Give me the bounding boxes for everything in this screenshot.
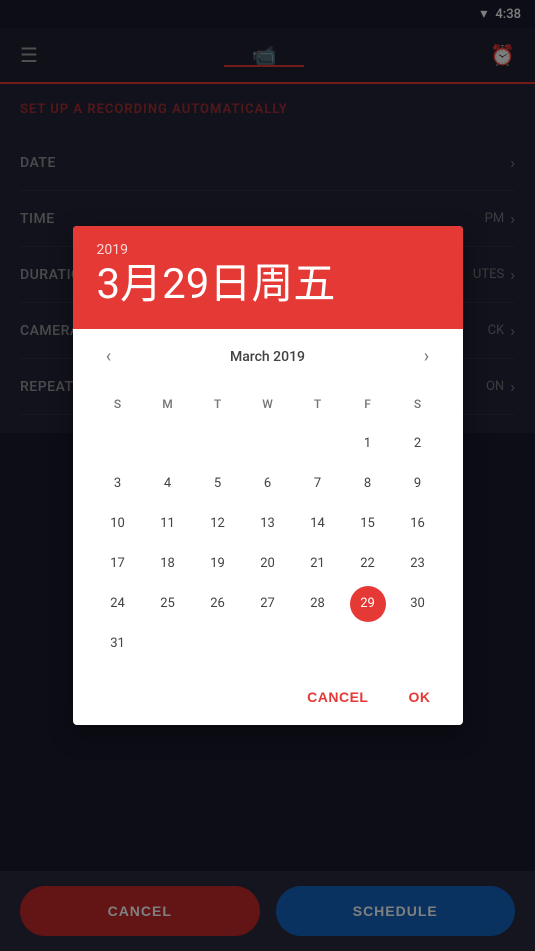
calendar-nav: ‹ March 2019 › xyxy=(93,341,443,373)
calendar: ‹ March 2019 › S M T W T F S 12345678910… xyxy=(73,329,463,673)
cal-day-11[interactable]: 11 xyxy=(143,505,193,543)
cal-day-4[interactable]: 4 xyxy=(143,465,193,503)
cal-empty-5-2 xyxy=(193,625,243,663)
cal-header-thu: T xyxy=(293,385,343,423)
cal-day-2[interactable]: 2 xyxy=(393,425,443,463)
cal-day-10[interactable]: 10 xyxy=(93,505,143,543)
cal-day-5[interactable]: 5 xyxy=(193,465,243,503)
cal-day-21[interactable]: 21 xyxy=(293,545,343,583)
cal-day-7[interactable]: 7 xyxy=(293,465,343,503)
cal-empty-0-4 xyxy=(293,425,343,463)
cal-empty-0-3 xyxy=(243,425,293,463)
cal-empty-0-0 xyxy=(93,425,143,463)
prev-month-button[interactable]: ‹ xyxy=(93,341,125,373)
cal-header-wed: W xyxy=(243,385,293,423)
calendar-week-3: 17181920212223 xyxy=(93,545,443,583)
cal-day-26[interactable]: 26 xyxy=(193,585,243,623)
dialog-overlay: 2019 3月29日周五 ‹ March 2019 › S M T W T F xyxy=(0,0,535,951)
calendar-month-label: March 2019 xyxy=(230,349,305,365)
cal-empty-5-4 xyxy=(293,625,343,663)
dialog-ok-button[interactable]: OK xyxy=(393,681,447,713)
cal-day-8[interactable]: 8 xyxy=(343,465,393,503)
cal-empty-0-1 xyxy=(143,425,193,463)
cal-day-25[interactable]: 25 xyxy=(143,585,193,623)
cal-empty-0-2 xyxy=(193,425,243,463)
cal-header-sat: S xyxy=(393,385,443,423)
cal-day-28[interactable]: 28 xyxy=(293,585,343,623)
calendar-week-5: 31 xyxy=(93,625,443,663)
cal-day-23[interactable]: 23 xyxy=(393,545,443,583)
calendar-week-2: 10111213141516 xyxy=(93,505,443,543)
calendar-grid: S M T W T F S 12345678910111213141516171… xyxy=(93,385,443,663)
next-month-button[interactable]: › xyxy=(410,341,442,373)
cal-day-19[interactable]: 19 xyxy=(193,545,243,583)
calendar-week-1: 3456789 xyxy=(93,465,443,503)
date-picker-dialog: 2019 3月29日周五 ‹ March 2019 › S M T W T F xyxy=(73,226,463,724)
dialog-year: 2019 xyxy=(97,242,439,258)
cal-header-tue: T xyxy=(193,385,243,423)
cal-day-24[interactable]: 24 xyxy=(93,585,143,623)
cal-day-12[interactable]: 12 xyxy=(193,505,243,543)
calendar-week-4: 24252627282930 xyxy=(93,585,443,623)
cal-day-13[interactable]: 13 xyxy=(243,505,293,543)
cal-empty-5-3 xyxy=(243,625,293,663)
cal-day-14[interactable]: 14 xyxy=(293,505,343,543)
cal-day-16[interactable]: 16 xyxy=(393,505,443,543)
dialog-cancel-button[interactable]: CANCEL xyxy=(291,681,384,713)
cal-day-31[interactable]: 31 xyxy=(93,625,143,663)
cal-day-17[interactable]: 17 xyxy=(93,545,143,583)
dialog-header: 2019 3月29日周五 xyxy=(73,226,463,328)
cal-header-fri: F xyxy=(343,385,393,423)
cal-day-30[interactable]: 30 xyxy=(393,585,443,623)
cal-empty-5-6 xyxy=(393,625,443,663)
cal-day-20[interactable]: 20 xyxy=(243,545,293,583)
cal-day-18[interactable]: 18 xyxy=(143,545,193,583)
cal-day-15[interactable]: 15 xyxy=(343,505,393,543)
cal-empty-5-1 xyxy=(143,625,193,663)
cal-day-29[interactable]: 29 xyxy=(350,586,386,622)
cal-header-mon: M xyxy=(143,385,193,423)
cal-day-1[interactable]: 1 xyxy=(343,425,393,463)
cal-day-9[interactable]: 9 xyxy=(393,465,443,503)
cal-day-27[interactable]: 27 xyxy=(243,585,293,623)
dialog-date-main: 3月29日周五 xyxy=(97,262,439,308)
cal-day-6[interactable]: 6 xyxy=(243,465,293,503)
cal-header-sun: S xyxy=(93,385,143,423)
calendar-header-row: S M T W T F S xyxy=(93,385,443,423)
cal-empty-5-5 xyxy=(343,625,393,663)
cal-day-3[interactable]: 3 xyxy=(93,465,143,503)
cal-day-22[interactable]: 22 xyxy=(343,545,393,583)
dialog-actions: CANCEL OK xyxy=(73,673,463,725)
calendar-week-0: 12 xyxy=(93,425,443,463)
